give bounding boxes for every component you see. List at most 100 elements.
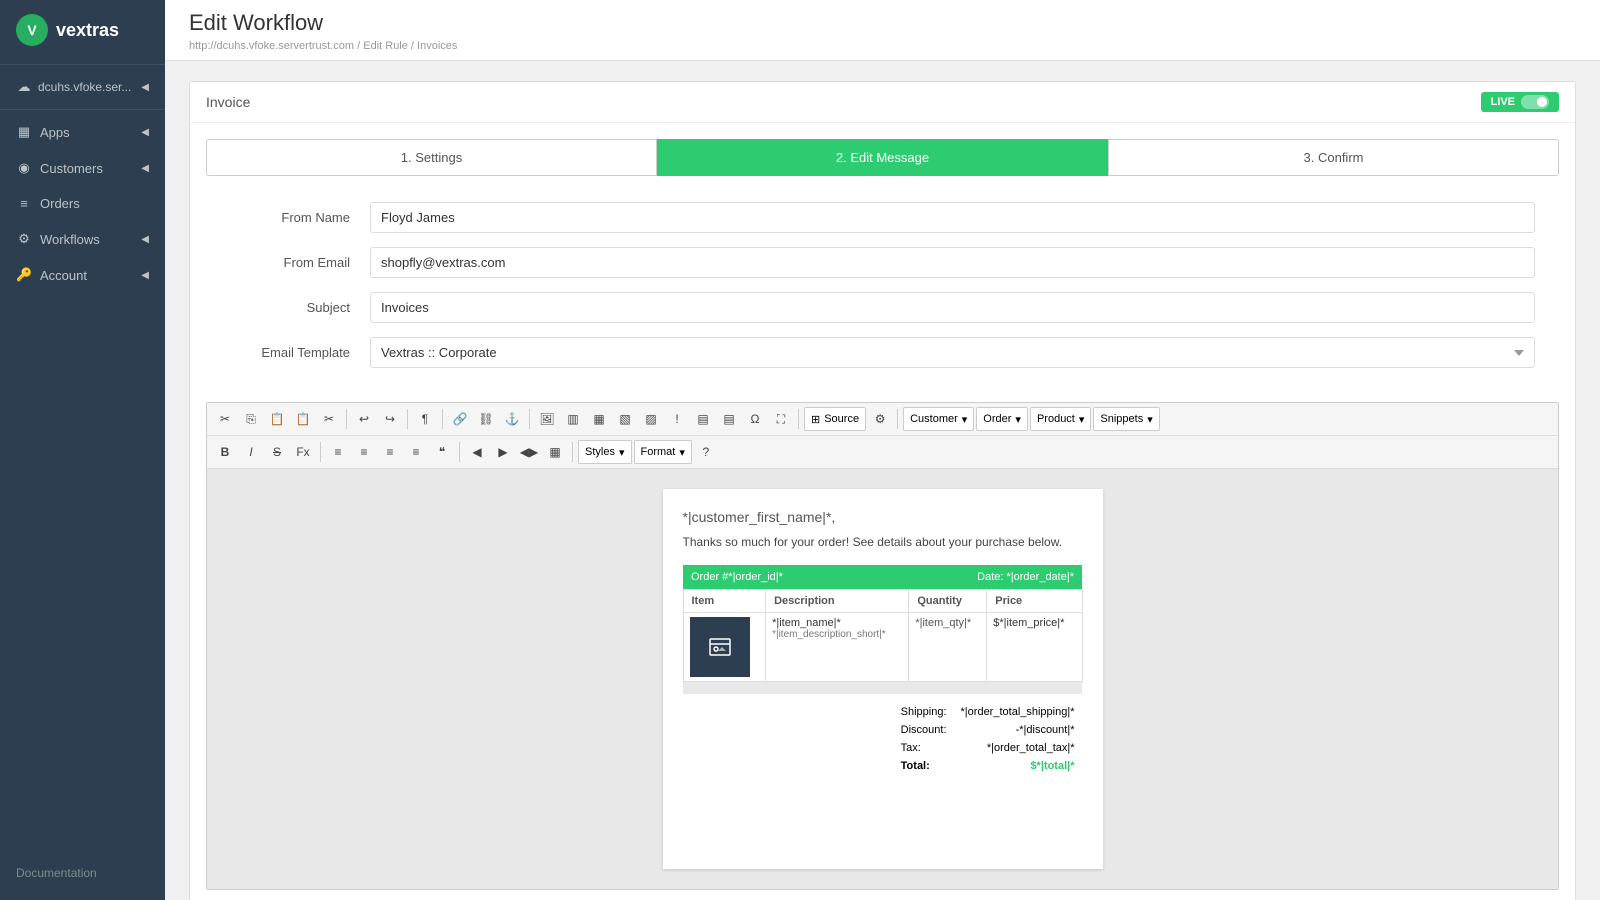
toolbar-align-left[interactable]: ◀ xyxy=(465,440,489,464)
logo-area: V vextras xyxy=(0,0,165,60)
shipping-row: Shipping: *|order_total_shipping|* xyxy=(895,704,1081,720)
toolbar-styles-dropdown[interactable]: Styles ▾ xyxy=(578,440,632,464)
toolbar-help[interactable]: ? xyxy=(694,440,718,464)
toolbar-strikethrough[interactable]: S xyxy=(265,440,289,464)
toolbar-order-dropdown[interactable]: Order ▾ xyxy=(976,407,1028,431)
sidebar-item-account[interactable]: 🔑 Account ◀ xyxy=(0,257,165,293)
step-settings[interactable]: 1. Settings xyxy=(206,139,657,176)
live-toggle[interactable] xyxy=(1521,95,1549,109)
workflows-chevron: ◀ xyxy=(141,234,149,245)
toolbar-fullscreen[interactable]: ⛶ xyxy=(769,407,793,431)
format-chevron: ▾ xyxy=(679,446,685,459)
toolbar-anchor[interactable]: ⚓ xyxy=(500,407,524,431)
source-icon: ⊞ xyxy=(811,413,820,426)
toolbar-blockquote2[interactable]: ❝ xyxy=(430,440,454,464)
sidebar-item-customers[interactable]: ◉ Customers ◀ xyxy=(0,150,165,186)
toolbar-copy[interactable]: ⎘ xyxy=(239,407,263,431)
toolbar-paste[interactable]: 📋 xyxy=(265,407,289,431)
content-area: Invoice LIVE 1. Settings 2. Edit Message… xyxy=(165,61,1600,900)
editor-body[interactable]: *|customer_first_name|*, Thanks so much … xyxy=(207,469,1558,889)
toolbar-cut2[interactable]: ✂ xyxy=(317,407,341,431)
toolbar-ul[interactable]: ≡ xyxy=(352,440,376,464)
toolbar-bold[interactable]: B xyxy=(213,440,237,464)
discount-value: -*|discount|* xyxy=(955,722,1081,738)
discount-label: Discount: xyxy=(895,722,953,738)
totals-table: Shipping: *|order_total_shipping|* Disco… xyxy=(893,702,1083,776)
toolbar-format-dropdown[interactable]: Format ▾ xyxy=(634,440,692,464)
toolbar-unlink[interactable]: ⛓ xyxy=(474,407,498,431)
account-icon: 🔑 xyxy=(16,267,32,283)
server-chevron: ◀ xyxy=(141,82,149,93)
toolbar-outdent[interactable]: ≡ xyxy=(378,440,402,464)
totals-section: Shipping: *|order_total_shipping|* Disco… xyxy=(683,702,1083,776)
toolbar-italic[interactable]: I xyxy=(239,440,263,464)
from-email-label: From Email xyxy=(230,255,370,270)
form-row-subject: Subject xyxy=(230,292,1535,323)
email-template-select[interactable]: Vextras :: Corporate xyxy=(370,337,1535,368)
sidebar-server[interactable]: ☁ dcuhs.vfoke.ser... ◀ xyxy=(0,69,165,105)
sidebar-item-workflows[interactable]: ⚙ Workflows ◀ xyxy=(0,221,165,257)
toolbar-table2[interactable]: ▦ xyxy=(587,407,611,431)
toolbar-ht2[interactable]: ▤ xyxy=(717,407,741,431)
toolbar-product-dropdown[interactable]: Product ▾ xyxy=(1030,407,1091,431)
item-qty-cell: *|item_qty|* xyxy=(909,613,987,682)
toolbar-table1[interactable]: ▥ xyxy=(561,407,585,431)
toolbar-blockquote[interactable]: ! xyxy=(665,407,689,431)
order-chevron: ▾ xyxy=(1015,413,1021,426)
col-description: Description xyxy=(766,590,909,613)
toolbar-table3[interactable]: ▧ xyxy=(613,407,637,431)
toolbar-para[interactable]: ¶ xyxy=(413,407,437,431)
page-title: Edit Workflow xyxy=(189,10,1576,40)
toolbar-align-justify[interactable]: ▦ xyxy=(543,440,567,464)
toolbar-undo[interactable]: ↩ xyxy=(352,407,376,431)
customers-chevron: ◀ xyxy=(141,163,149,174)
toolbar-ol[interactable]: ≡ xyxy=(326,440,350,464)
toolbar-customer-dropdown[interactable]: Customer ▾ xyxy=(903,407,974,431)
breadcrumb: http://dcuhs.vfoke.servertrust.com / Edi… xyxy=(189,40,1576,60)
toolbar-table4[interactable]: ▨ xyxy=(639,407,663,431)
toolbar-indent[interactable]: ≡ xyxy=(404,440,428,464)
sidebar-item-orders[interactable]: ≡ Orders xyxy=(0,186,165,221)
card-title: Invoice xyxy=(206,94,250,110)
toolbar-align-center[interactable]: ▶ xyxy=(491,440,515,464)
item-description: *|item_description_short|* xyxy=(772,629,902,640)
step-edit-message[interactable]: 2. Edit Message xyxy=(657,139,1108,176)
item-name: *|item_name|* xyxy=(772,617,902,629)
sidebar-doc-link[interactable]: Documentation xyxy=(0,856,165,890)
card-header: Invoice LIVE xyxy=(190,82,1575,123)
sidebar-item-apps[interactable]: ▦ Apps ◀ xyxy=(0,114,165,150)
from-email-input[interactable] xyxy=(370,247,1535,278)
snippets-chevron: ▾ xyxy=(1147,413,1153,426)
toolbar-align-right[interactable]: ◀▶ xyxy=(517,440,541,464)
sidebar: V vextras ☁ dcuhs.vfoke.ser... ◀ ▦ Apps … xyxy=(0,0,165,900)
toolbar-settings[interactable]: ⚙ xyxy=(868,407,892,431)
step-confirm[interactable]: 3. Confirm xyxy=(1108,139,1559,176)
subject-input[interactable] xyxy=(370,292,1535,323)
item-price-cell: $*|item_price|* xyxy=(987,613,1082,682)
product-chevron: ▾ xyxy=(1079,413,1085,426)
workflows-icon: ⚙ xyxy=(16,231,32,247)
apps-chevron: ◀ xyxy=(141,127,149,138)
from-name-input[interactable] xyxy=(370,202,1535,233)
toolbar-cut[interactable]: ✂ xyxy=(213,407,237,431)
styles-chevron: ▾ xyxy=(619,446,625,459)
toolbar-omega[interactable]: Ω xyxy=(743,407,767,431)
col-price: Price xyxy=(987,590,1082,613)
invoice-col-header: Item Description Quantity Price xyxy=(683,590,1082,613)
shipping-label: Shipping: xyxy=(895,704,953,720)
account-chevron: ◀ xyxy=(141,270,149,281)
toolbar-image[interactable]: 🖼 xyxy=(535,407,559,431)
toolbar-paste2[interactable]: 📋 xyxy=(291,407,315,431)
live-badge: LIVE xyxy=(1481,92,1559,112)
toolbar-snippets-dropdown[interactable]: Snippets ▾ xyxy=(1093,407,1159,431)
toolbar-row1: ✂ ⎘ 📋 📋 ✂ ↩ ↪ ¶ 🔗 ⛓ ⚓ 🖼 ▥ xyxy=(207,403,1558,436)
toolbar-redo[interactable]: ↪ xyxy=(378,407,402,431)
from-name-label: From Name xyxy=(230,210,370,225)
toolbar-ht1[interactable]: ▤ xyxy=(691,407,715,431)
toolbar-source-btn[interactable]: ⊞ Source xyxy=(804,407,866,431)
server-icon: ☁ xyxy=(16,79,32,95)
toolbar-removeformat[interactable]: Fx xyxy=(291,440,315,464)
invoice-table: Order #*|order_id|* Date: *|order_date|*… xyxy=(683,565,1083,694)
discount-row: Discount: -*|discount|* xyxy=(895,722,1081,738)
toolbar-link[interactable]: 🔗 xyxy=(448,407,472,431)
